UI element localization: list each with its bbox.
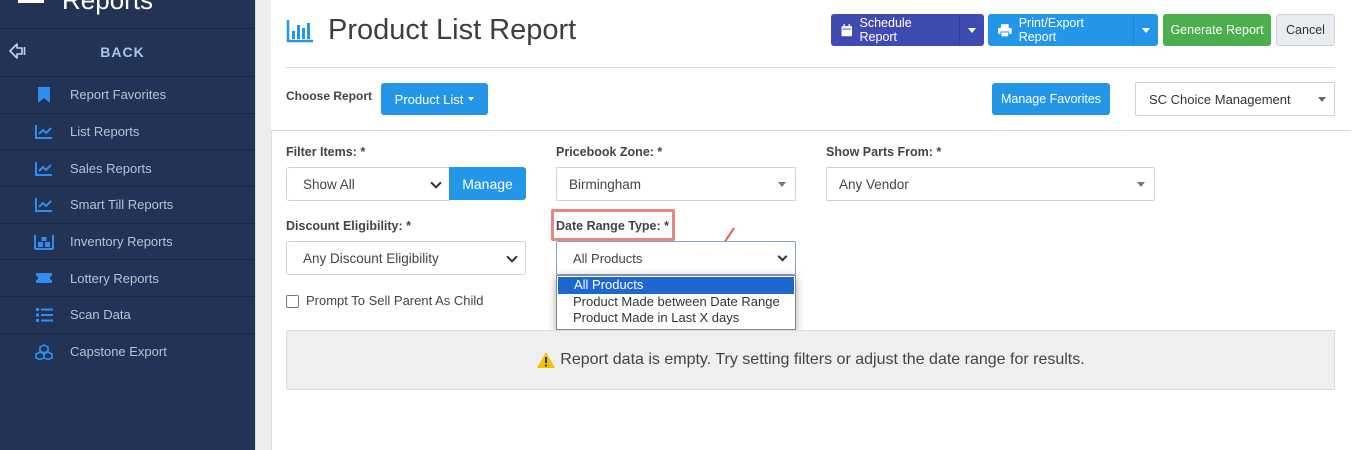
sidebar-item-report-favorites[interactable]: Report Favorites [0,76,255,113]
chevron-down-icon [430,177,442,189]
sidebar-item-label: Scan Data [70,307,131,323]
printer-icon [998,23,1012,37]
caret-down-icon [967,27,976,33]
sidebar-item-label: Report Favorites [70,87,167,103]
sidebar-item-scan-data[interactable]: Scan Data [0,296,255,333]
calendar-icon [841,23,853,36]
product-list-dropdown-button[interactable]: Product List [381,83,488,115]
pricebook-zone-value: Birmingham [569,176,642,192]
schedule-report-main: Schedule Report [831,16,959,44]
arrow-left-icon [9,43,26,59]
sidebar: Reports BACK Report Favorites List Repor… [0,0,255,450]
line-chart-icon [34,123,54,141]
caret-down-icon [1137,182,1145,187]
schedule-report-label: Schedule Report [859,16,912,44]
filter-items-select[interactable]: Show All [286,167,450,201]
page-header: Product List Report [286,14,576,47]
sidebar-item-label: Lottery Reports [70,270,159,286]
page-title: Product List Report [328,14,577,46]
line-chart-icon [34,196,54,214]
print-export-button[interactable]: Print/Export Report [988,14,1158,46]
warning-icon [537,352,556,368]
schedule-report-button[interactable]: Schedule Report [831,14,984,46]
generate-report-button[interactable]: Generate Report [1163,14,1271,46]
sidebar-item-lottery-reports[interactable]: Lottery Reports [0,259,255,296]
sidebar-gutter [255,0,271,450]
filter-items-label: Filter Items: * [286,145,366,159]
sidebar-item-label: Inventory Reports [70,234,173,250]
choose-report-label: Choose Report [286,89,373,103]
show-parts-from-select[interactable]: Any Vendor [826,167,1155,201]
discount-eligibility-label: Discount Eligibility: * [286,219,412,233]
print-dropdown-toggle[interactable] [1132,14,1158,46]
show-parts-from-label: Show Parts From: * [826,145,942,159]
sidebar-item-label: Smart Till Reports [70,197,174,213]
sidebar-item-label: List Reports [70,124,140,140]
prompt-parent-checkbox-row[interactable]: Prompt To Sell Parent As Child [286,292,484,308]
bar-chart-icon [286,19,313,42]
option-product-made-in-last-x-days[interactable]: Product Made in Last X days [557,310,795,327]
list-icon [34,306,54,324]
back-label: BACK [100,44,145,60]
option-all-products[interactable]: All Products [558,277,794,294]
date-range-type-options: All Products Product Made between Date R… [556,275,796,330]
product-list-label: Product List [394,91,464,107]
print-export-main: Print/Export Report [988,16,1133,44]
line-chart-icon [34,159,54,177]
filter-items-value: Show All [303,176,355,192]
schedule-dropdown-toggle[interactable] [958,14,984,46]
prompt-parent-label: Prompt To Sell Parent As Child [306,292,484,308]
sidebar-menu: Report Favorites List Reports Sales Repo… [0,76,255,370]
cancel-button[interactable]: Cancel [1276,14,1335,46]
sidebar-item-label: Capstone Export [70,344,167,360]
warehouse-icon [34,233,54,251]
manage-filter-button[interactable]: Manage [449,167,526,200]
company-select-value: SC Choice Management [1149,91,1291,107]
pricebook-zone-label: Pricebook Zone: * [556,145,663,159]
sidebar-item-label: Sales Reports [70,160,152,176]
empty-report-alert: Report data is empty. Try setting filter… [286,330,1335,390]
annotation-highlight-box [551,209,675,241]
prompt-parent-checkbox[interactable] [286,295,299,308]
caret-down-icon [1318,97,1326,102]
company-select[interactable]: SC Choice Management [1135,82,1335,116]
date-range-type-select[interactable]: All Products [556,241,796,275]
date-range-type-value: All Products [573,250,643,266]
sidebar-item-sales-reports[interactable]: Sales Reports [0,149,255,186]
sidebar-item-inventory-reports[interactable]: Inventory Reports [0,222,255,260]
bookmark-icon [34,86,54,104]
caret-down-icon [468,97,475,101]
caret-down-icon [1141,27,1150,33]
sidebar-item-list-reports[interactable]: List Reports [0,112,255,150]
chevron-down-icon [777,251,788,262]
manage-favorites-button[interactable]: Manage Favorites [992,83,1110,115]
print-export-label: Print/Export Report [1018,16,1084,44]
caret-down-icon [778,182,786,187]
sidebar-item-smart-till-reports[interactable]: Smart Till Reports [0,186,255,223]
sidebar-header: Reports [18,0,153,16]
chevron-down-icon [506,251,518,263]
discount-eligibility-select[interactable]: Any Discount Eligibility [286,241,526,275]
ticket-icon [34,269,54,287]
cubes-icon [34,343,54,361]
menu-icon[interactable] [18,0,44,3]
option-product-made-between-date-range[interactable]: Product Made between Date Range [557,294,795,311]
pricebook-zone-select[interactable]: Birmingham [556,167,796,201]
back-button[interactable]: BACK [0,28,255,75]
empty-report-message: Report data is empty. Try setting filter… [560,351,1085,368]
header-divider [286,67,1335,68]
sidebar-item-capstone-export[interactable]: Capstone Export [0,332,255,370]
discount-eligibility-value: Any Discount Eligibility [303,250,439,266]
show-parts-from-value: Any Vendor [839,176,909,192]
sidebar-title: Reports [62,0,153,16]
